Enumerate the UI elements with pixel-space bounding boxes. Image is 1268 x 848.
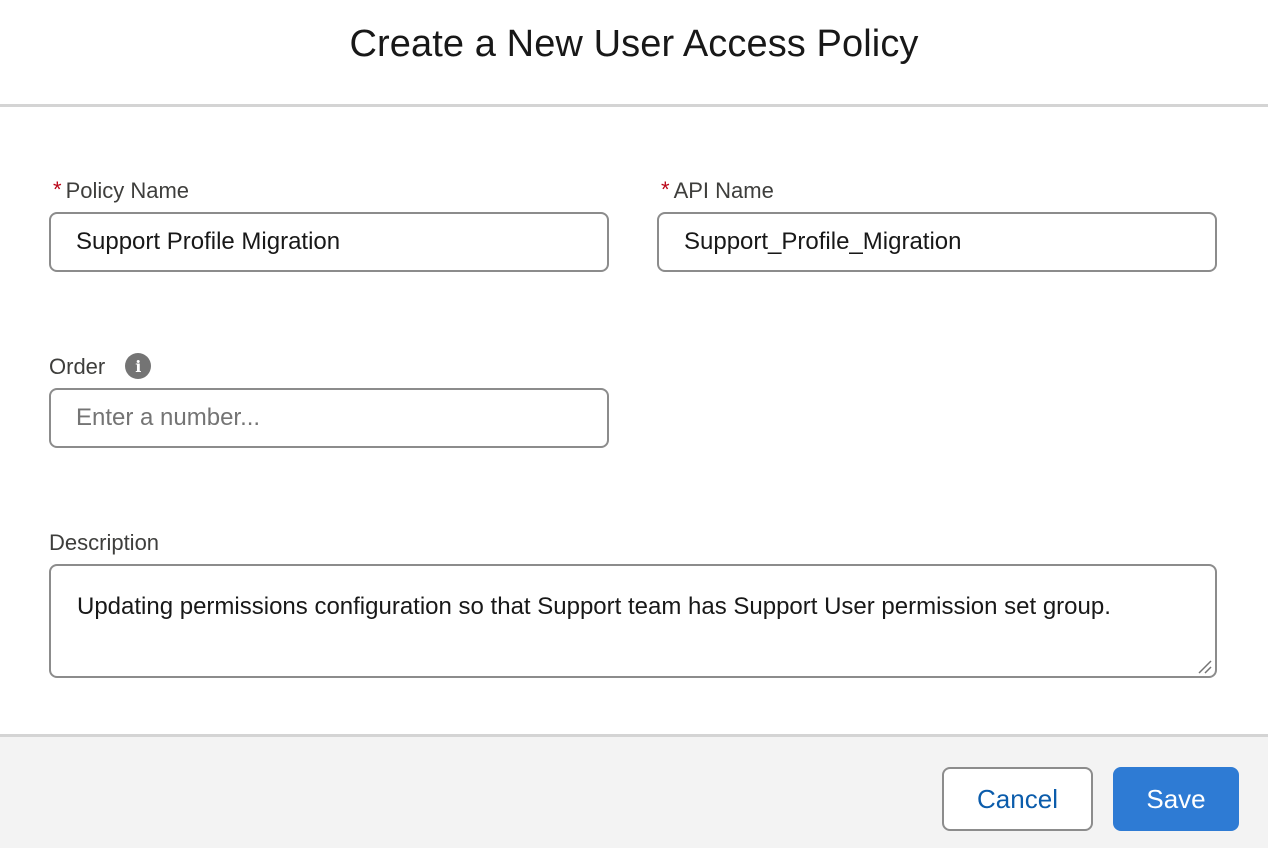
policy-name-input[interactable]: [49, 212, 609, 272]
create-policy-modal: Create a New User Access Policy * Policy…: [0, 0, 1268, 848]
modal-header: Create a New User Access Policy: [0, 0, 1268, 107]
save-button[interactable]: Save: [1113, 767, 1239, 831]
policy-name-label: * Policy Name: [53, 177, 190, 204]
api-name-input[interactable]: [657, 212, 1217, 272]
api-name-label: * API Name: [661, 177, 774, 204]
cancel-button[interactable]: Cancel: [942, 767, 1093, 831]
required-marker: *: [53, 177, 62, 202]
modal-footer: Cancel Save: [0, 734, 1268, 848]
info-icon[interactable]: i: [125, 353, 152, 379]
order-label-text: Order: [49, 354, 106, 379]
description-textarea[interactable]: Updating permissions configuration so th…: [49, 564, 1217, 678]
order-label: Order i: [49, 353, 152, 380]
resize-grip-icon[interactable]: [1196, 658, 1212, 674]
policy-name-label-text: Policy Name: [65, 178, 190, 203]
order-input[interactable]: [49, 388, 609, 448]
api-name-label-text: API Name: [673, 178, 774, 203]
description-label: Description: [49, 530, 159, 556]
required-marker: *: [661, 177, 670, 202]
modal-title: Create a New User Access Policy: [349, 22, 919, 65]
description-label-text: Description: [49, 530, 160, 555]
